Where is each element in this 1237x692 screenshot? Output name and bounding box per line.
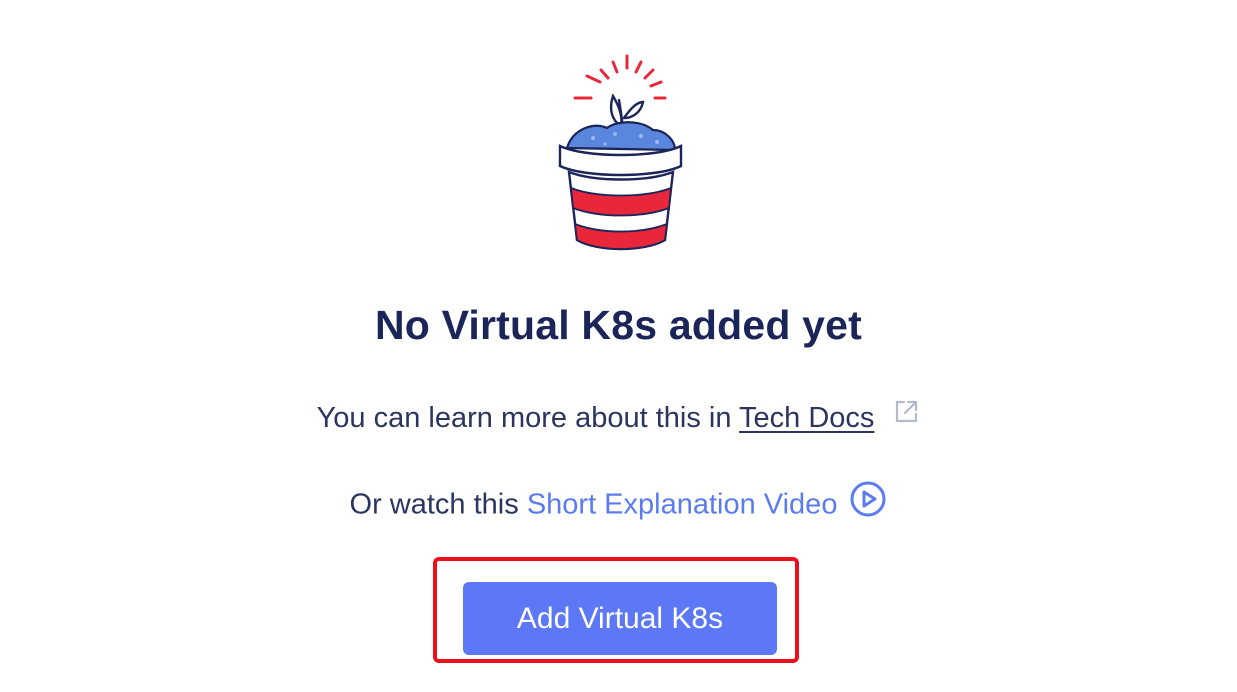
short-explanation-video-link[interactable]: Short Explanation Video (527, 489, 838, 521)
play-circle-icon[interactable] (849, 480, 887, 526)
watch-video-text: Or watch this (349, 488, 527, 521)
learn-more-line: You can learn more about this in Tech Do… (0, 401, 1237, 435)
empty-state-title: No Virtual K8s added yet (374, 302, 863, 348)
empty-state-panel: No Virtual K8s added yet You can learn m… (0, 0, 1237, 692)
add-virtual-k8s-button[interactable]: Add Virtual K8s (463, 582, 777, 655)
external-link-icon[interactable] (892, 398, 920, 434)
watch-video-line: Or watch this Short Explanation Video (0, 481, 1237, 526)
flower-pot-sprout-icon (558, 54, 683, 251)
tech-docs-link[interactable]: Tech Docs (739, 402, 874, 434)
learn-more-text: You can learn more about this in (316, 402, 739, 434)
